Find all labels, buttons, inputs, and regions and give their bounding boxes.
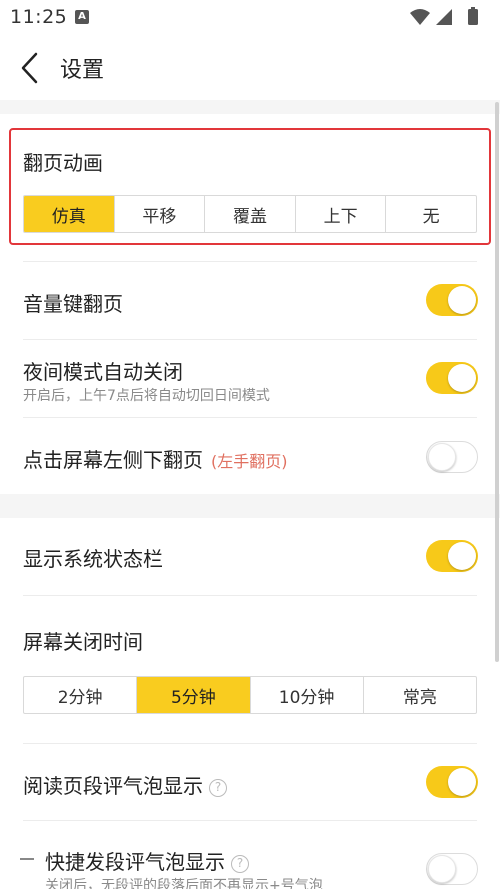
battery-icon (468, 9, 478, 25)
app-header: 设置 (0, 36, 500, 100)
left-tap-label: 点击屏幕左侧下翻页 (左手翻页) (23, 444, 288, 473)
toggle-knob (428, 855, 456, 883)
toggle-knob (448, 364, 476, 392)
bubble-label: 阅读页段评气泡显示 (23, 774, 203, 798)
help-icon[interactable]: ? (209, 778, 227, 797)
status-icons (410, 7, 478, 25)
page-title: 设置 (60, 58, 105, 83)
volume-key-toggle[interactable] (426, 284, 478, 316)
toggle-knob (448, 286, 476, 314)
toggle-knob (428, 443, 456, 471)
night-mode-description: 开启后，上午7点后将自动切回日间模式 (23, 388, 270, 404)
sub-item-dash-icon (20, 858, 34, 860)
section-gap (0, 100, 500, 114)
status-bar: 11:25 A (0, 0, 500, 36)
divider (23, 261, 477, 262)
divider (23, 417, 477, 418)
divider (23, 595, 477, 596)
section-gap (0, 494, 500, 518)
bubble-row-label: 阅读页段评气泡显示? (23, 770, 227, 799)
left-tap-text: 点击屏幕左侧下翻页 (23, 448, 203, 472)
show-status-bar-label: 显示系统状态栏 (23, 547, 163, 571)
toggle-knob (448, 768, 476, 796)
back-icon[interactable] (14, 50, 50, 86)
divider (23, 820, 477, 821)
signal-icon (436, 9, 452, 25)
bubble-toggle[interactable] (426, 766, 478, 798)
screen-off-option-always[interactable]: 常亮 (364, 677, 476, 713)
left-tap-toggle[interactable] (426, 441, 478, 473)
quick-bubble-toggle[interactable] (426, 853, 478, 885)
quick-bubble-row-label: 快捷发段评气泡显示? (45, 846, 249, 875)
screen-off-title: 屏幕关闭时间 (23, 630, 143, 654)
show-status-bar-toggle[interactable] (426, 540, 478, 572)
help-icon[interactable]: ? (231, 854, 249, 873)
screen-off-selector: 2分钟 5分钟 10分钟 常亮 (23, 676, 477, 714)
night-mode-toggle[interactable] (426, 362, 478, 394)
highlight-frame (9, 128, 491, 245)
quick-bubble-label: 快捷发段评气泡显示 (45, 850, 225, 874)
quick-bubble-description: 关闭后，无段评的段落后面不再显示+号气泡 (45, 878, 323, 889)
wifi-icon (410, 9, 430, 25)
toggle-knob (448, 542, 476, 570)
screen-off-option-2min[interactable]: 2分钟 (24, 677, 138, 713)
divider (23, 339, 477, 340)
divider (23, 743, 477, 744)
status-time: 11:25 (10, 6, 68, 28)
volume-key-label: 音量键翻页 (23, 292, 123, 316)
scrollbar[interactable] (495, 102, 499, 662)
screen-off-option-10min[interactable]: 10分钟 (251, 677, 364, 713)
night-mode-label: 夜间模式自动关闭 (23, 360, 183, 384)
screen-off-option-5min[interactable]: 5分钟 (137, 677, 251, 713)
notification-icon: A (75, 10, 89, 24)
left-hand-hint: (左手翻页) (211, 452, 288, 471)
